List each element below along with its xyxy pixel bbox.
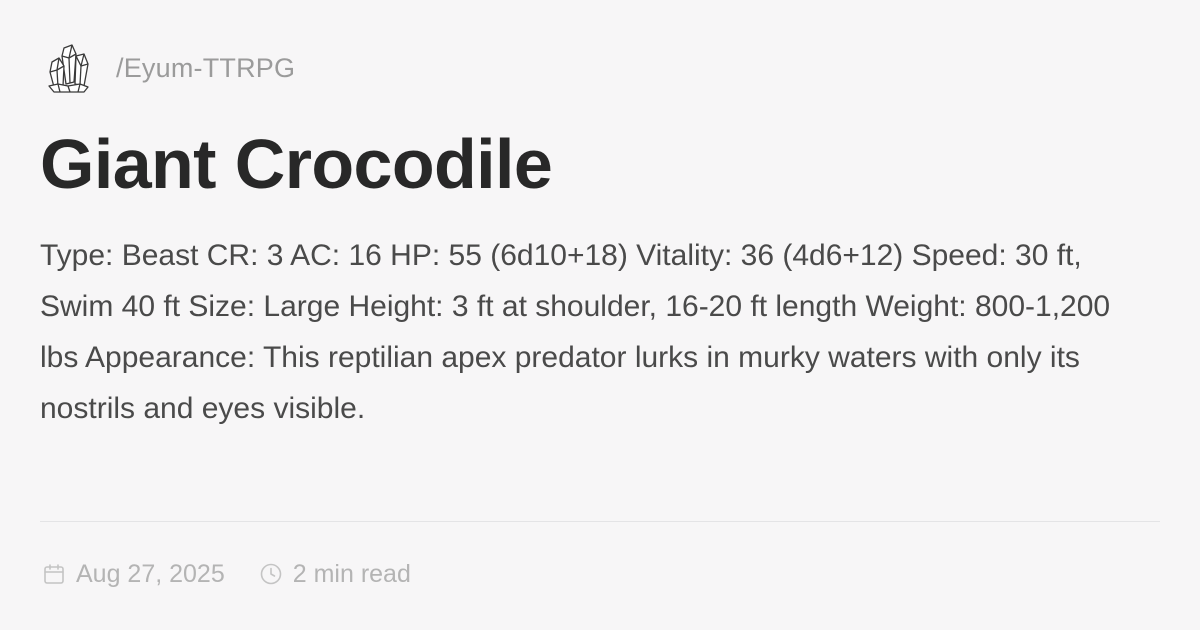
page-title: Giant Crocodile (40, 125, 553, 203)
read-time-text: 2 min read (292, 559, 411, 588)
divider (40, 521, 1160, 522)
clock-icon (260, 563, 282, 585)
site-brand[interactable]: /Eyum-TTRPG (46, 42, 295, 94)
crystal-cluster-icon (48, 44, 89, 93)
publish-date-text: Aug 27, 2025 (76, 559, 225, 588)
site-path[interactable]: /Eyum-TTRPG (116, 54, 295, 82)
publish-date: Aug 27, 2025 (42, 560, 225, 589)
calendar-icon (44, 564, 64, 584)
article-description: Type: Beast CR: 3 AC: 16 HP: 55 (6d10+18… (40, 239, 1111, 425)
post-meta: Aug 27, 2025 2 min read (42, 556, 411, 592)
share-card: /Eyum-TTRPG Giant Crocodile Type: Beast … (0, 0, 1200, 630)
read-time: 2 min read (259, 560, 411, 589)
